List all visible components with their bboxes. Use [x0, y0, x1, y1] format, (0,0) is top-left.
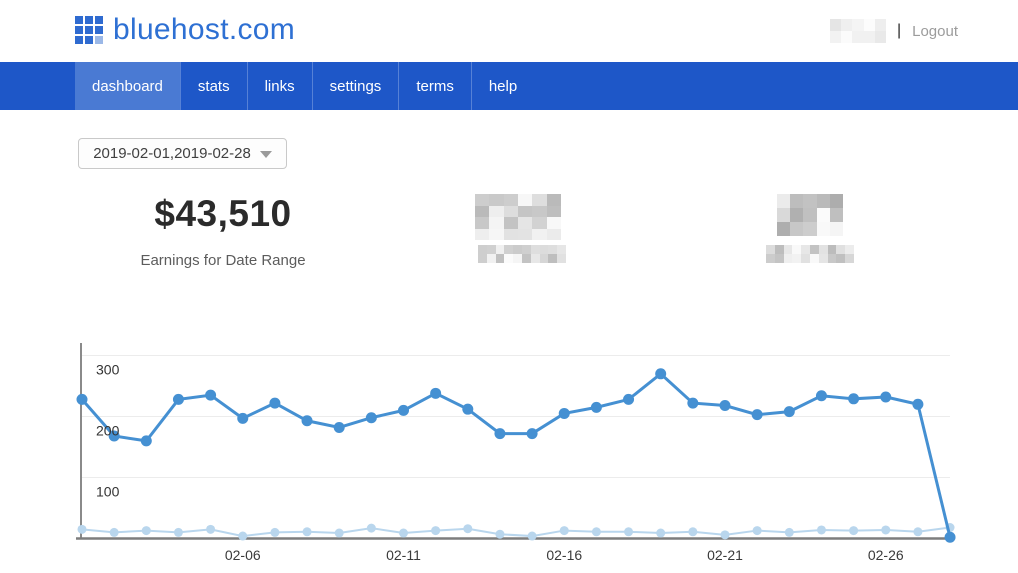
data-point — [623, 394, 634, 405]
data-point — [335, 529, 344, 538]
earnings-stat: $43,510 Earnings for Date Range — [98, 193, 348, 269]
earnings-label: Earnings for Date Range — [98, 252, 348, 269]
date-range-value: 2019-02-01,2019-02-28 — [93, 145, 251, 162]
redacted-stat-value-2 — [777, 194, 843, 236]
data-point — [913, 527, 922, 536]
x-tick-label: 02-16 — [546, 547, 582, 563]
date-range-select[interactable]: 2019-02-01,2019-02-28 — [78, 138, 287, 169]
data-point — [463, 524, 472, 533]
data-point — [77, 394, 88, 405]
logout-link[interactable]: Logout — [912, 23, 958, 40]
x-tick-label: 02-26 — [868, 547, 904, 563]
data-point — [237, 413, 248, 424]
data-point — [560, 526, 569, 535]
data-point — [688, 527, 697, 536]
data-point — [142, 526, 151, 535]
data-point — [752, 409, 763, 420]
tab-help[interactable]: help — [471, 62, 534, 110]
data-point — [462, 404, 473, 415]
data-point — [302, 415, 313, 426]
x-tick-label: 02-06 — [225, 547, 261, 563]
chevron-down-icon — [260, 151, 272, 158]
logo-text: bluehost.com — [113, 15, 295, 45]
data-point — [721, 530, 730, 539]
data-point — [494, 428, 505, 439]
x-tick-label: 02-11 — [386, 547, 421, 563]
data-point — [141, 435, 152, 446]
data-point — [817, 525, 826, 534]
redacted-stat-value-1 — [475, 194, 561, 240]
data-point — [398, 405, 409, 416]
data-point — [592, 527, 601, 536]
data-point — [881, 525, 890, 534]
data-point — [303, 527, 312, 536]
data-point — [78, 525, 87, 534]
x-tick-label: 02-21 — [707, 547, 743, 563]
main-nav: dashboard stats links settings terms hel… — [0, 62, 1018, 110]
earnings-chart: 100 200 300 02-06 02-11 02-16 02-21 02-26 — [0, 340, 1018, 573]
data-point — [559, 408, 570, 419]
data-point — [173, 394, 184, 405]
page: bluehost.com | Logout dashboard stats li… — [0, 0, 1018, 573]
data-point — [849, 526, 858, 535]
data-point — [655, 368, 666, 379]
data-point — [238, 532, 247, 541]
data-point — [495, 530, 504, 539]
data-point — [753, 526, 762, 535]
data-point — [528, 532, 537, 541]
data-point — [785, 528, 794, 537]
y-tick-label: 200 — [96, 423, 120, 439]
line-chart: 100 200 300 02-06 02-11 02-16 02-21 02-26 — [0, 340, 1018, 573]
tab-dashboard[interactable]: dashboard — [75, 62, 180, 110]
data-point — [367, 524, 376, 533]
y-tick-label: 300 — [96, 362, 120, 378]
data-point — [269, 398, 280, 409]
header-logo[interactable]: bluehost.com — [75, 15, 295, 45]
data-point — [174, 528, 183, 537]
redacted-stat-label-2 — [766, 245, 854, 263]
tab-links[interactable]: links — [247, 62, 312, 110]
data-point — [848, 393, 859, 404]
tab-terms[interactable]: terms — [398, 62, 471, 110]
data-point — [880, 391, 891, 402]
data-point — [720, 400, 731, 411]
data-point — [431, 526, 440, 535]
bluehost-grid-icon — [75, 16, 103, 44]
earnings-value: $43,510 — [98, 193, 348, 235]
header-separator: | — [897, 22, 901, 40]
tab-stats[interactable]: stats — [180, 62, 247, 110]
data-point — [270, 528, 279, 537]
data-point — [205, 390, 216, 401]
data-point — [430, 388, 441, 399]
data-point — [206, 525, 215, 534]
data-point — [527, 428, 538, 439]
redacted-stat-label-1 — [478, 245, 566, 263]
data-point — [945, 532, 956, 543]
header-account-area: | Logout — [830, 0, 958, 62]
data-point — [784, 406, 795, 417]
data-point — [334, 422, 345, 433]
redacted-username — [830, 19, 886, 43]
data-point — [687, 398, 698, 409]
data-point — [591, 402, 602, 413]
data-point — [656, 529, 665, 538]
data-point — [399, 529, 408, 538]
data-point — [816, 390, 827, 401]
data-point — [110, 528, 119, 537]
tab-settings[interactable]: settings — [312, 62, 399, 110]
header: bluehost.com | Logout — [0, 0, 1018, 62]
data-point — [624, 527, 633, 536]
y-tick-label: 100 — [96, 484, 120, 500]
data-point — [366, 412, 377, 423]
data-point — [912, 399, 923, 410]
